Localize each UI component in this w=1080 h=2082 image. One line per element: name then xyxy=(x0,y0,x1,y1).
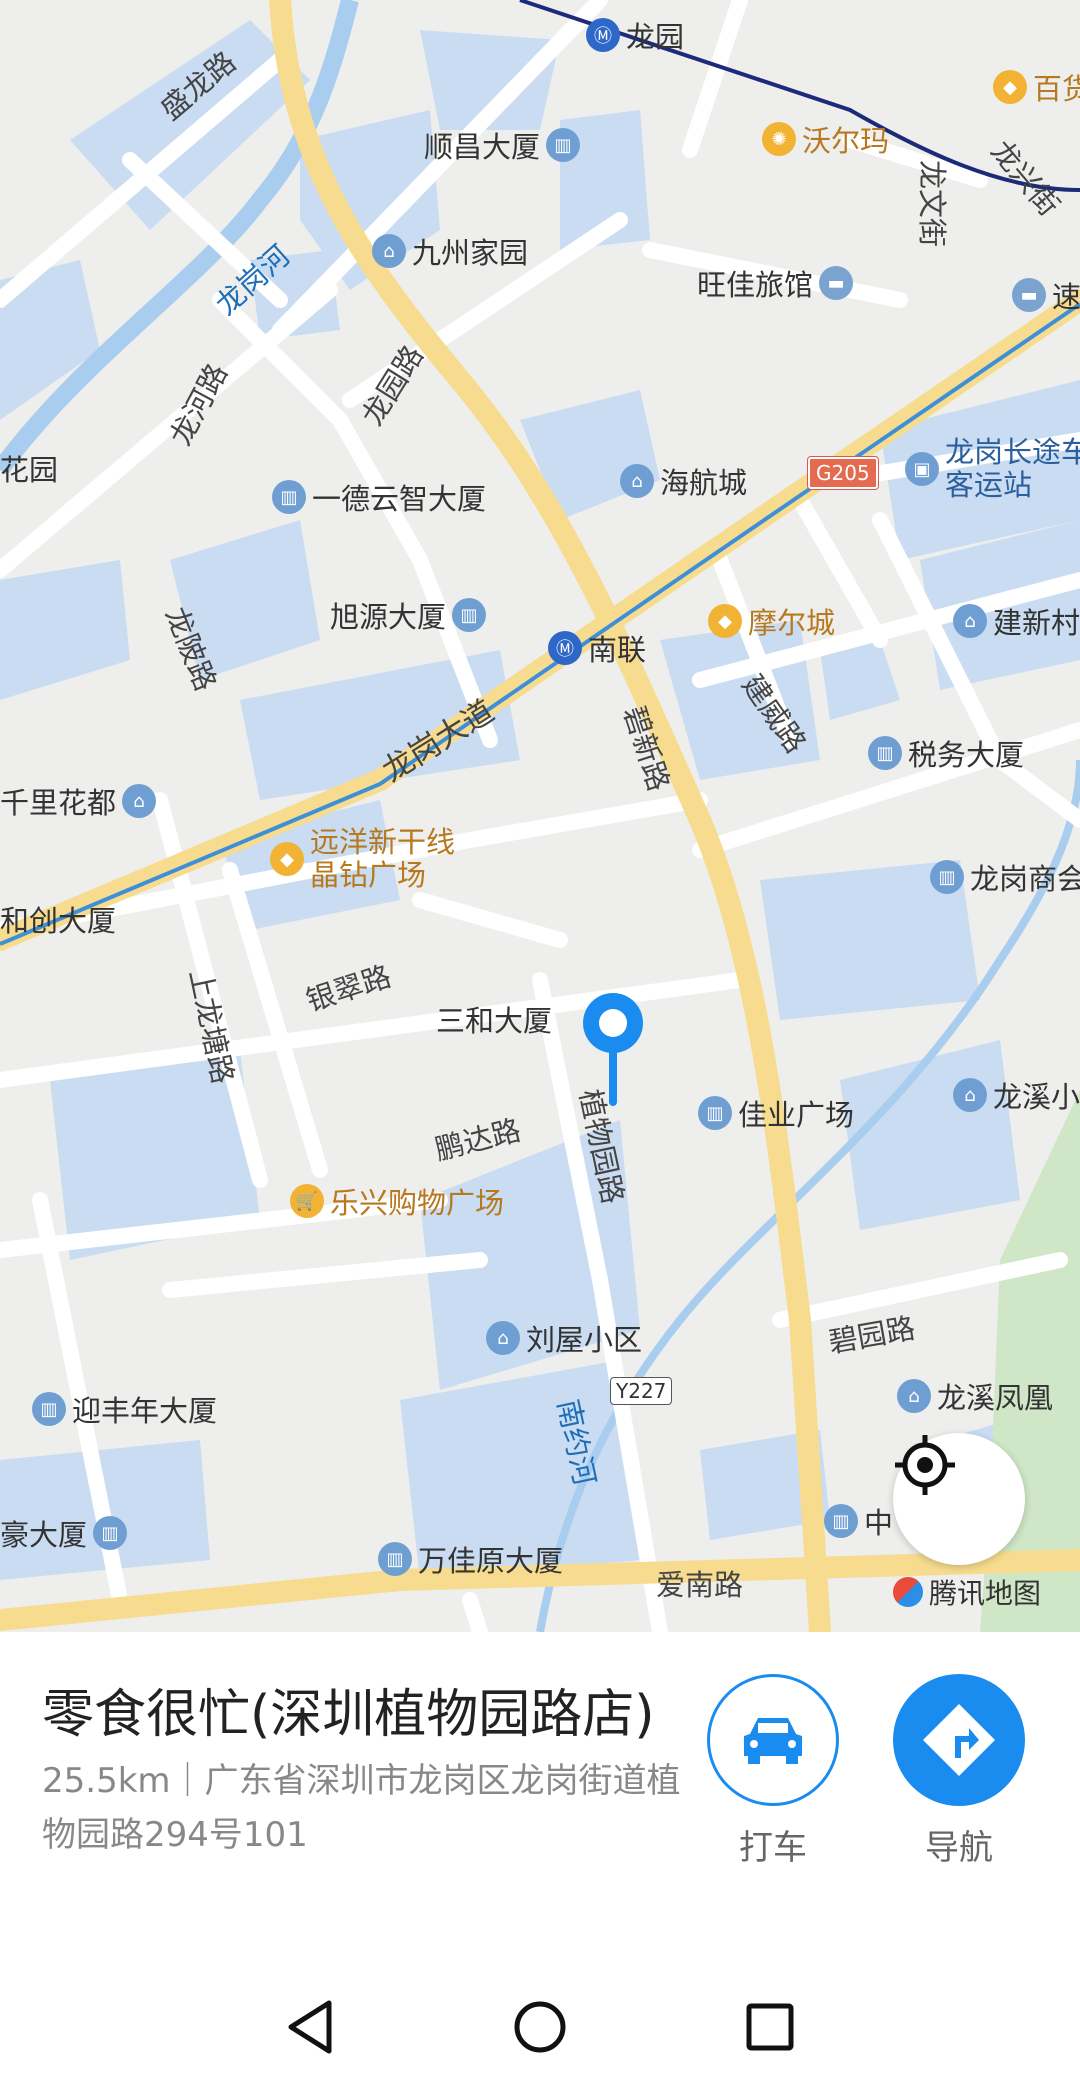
road-label-ainan-road: 爱南路 xyxy=(656,1568,744,1602)
car-icon xyxy=(744,1718,802,1764)
bus-station-icon: ▣ xyxy=(905,452,939,486)
poi-nanlian[interactable]: Ⓜ 南联 xyxy=(548,627,646,669)
poi-baihuo[interactable]: ◆ 百货 xyxy=(993,66,1080,108)
place-name: 零食很忙(深圳植物园路店) xyxy=(42,1685,655,1745)
map-view[interactable]: 龙岗大道 碧新路 建威路 银翠路 鹏达路 植物园路 碧园路 爱南路 上龙塘路 龙… xyxy=(0,0,1080,1632)
poi-zhong[interactable]: ▥ 中 xyxy=(824,1500,893,1542)
house-icon: ⌂ xyxy=(486,1321,520,1355)
crosshair-icon xyxy=(895,1435,955,1495)
home-button[interactable] xyxy=(505,1992,575,2062)
building-icon: ▥ xyxy=(93,1516,128,1550)
poi-lexing[interactable]: 🛒 乐兴购物广场 xyxy=(290,1180,504,1222)
house-icon: ⌂ xyxy=(122,784,157,818)
metro-icon: Ⓜ xyxy=(586,18,620,52)
building-icon: ▥ xyxy=(378,1542,412,1576)
map-brand: 腾讯地图 xyxy=(893,1572,1041,1612)
recents-button[interactable] xyxy=(735,1992,805,2062)
home-circle-icon xyxy=(514,2001,566,2053)
hotel-icon: ▬ xyxy=(819,266,854,300)
navigate-button[interactable]: 导航 xyxy=(893,1674,1025,1869)
back-button[interactable] xyxy=(275,1992,345,2062)
navigate-circle[interactable] xyxy=(893,1674,1025,1806)
poi-longxi[interactable]: ⌂ 龙溪小 xyxy=(953,1074,1080,1116)
poi-jiaye[interactable]: ▥ 佳业广场 xyxy=(698,1092,854,1134)
building-icon: ▥ xyxy=(272,480,306,514)
shopping-cart-icon: 🛒 xyxy=(290,1184,324,1218)
poi-wangjia[interactable]: 旺佳旅馆 ▬ xyxy=(697,262,854,304)
poi-shunchang[interactable]: 顺昌大厦 ▥ xyxy=(424,124,581,166)
county-road-badge: Y227 xyxy=(610,1377,673,1405)
recents-square-icon xyxy=(746,2003,794,2051)
metro-icon: Ⓜ xyxy=(548,631,582,665)
navigation-turn-icon xyxy=(923,1704,995,1776)
building-icon: ▥ xyxy=(32,1392,66,1426)
poi-yingfengnian[interactable]: ▥ 迎丰年大厦 xyxy=(32,1388,217,1430)
house-icon: ⌂ xyxy=(372,234,406,268)
tencent-map-logo-icon xyxy=(893,1577,923,1607)
road-label-longwen-street: 龙文街 xyxy=(915,160,949,248)
poi-jianxin[interactable]: ⌂ 建新村 xyxy=(953,600,1080,642)
poi-wanjiayuan[interactable]: ▥ 万佳原大厦 xyxy=(378,1538,563,1580)
hotel-icon: ▬ xyxy=(1012,278,1046,312)
poi-liuwu[interactable]: ⌂ 刘屋小区 xyxy=(486,1317,642,1359)
walmart-icon: ✺ xyxy=(762,122,796,156)
building-icon: ▥ xyxy=(452,598,487,632)
house-icon: ⌂ xyxy=(953,604,987,638)
building-icon: ▥ xyxy=(824,1504,858,1538)
house-icon: ⌂ xyxy=(897,1379,931,1413)
poi-sanhe[interactable]: 三和大厦 xyxy=(436,998,552,1040)
house-icon: ⌂ xyxy=(620,464,654,498)
my-location-button[interactable] xyxy=(893,1433,1025,1565)
poi-su[interactable]: ▬ 速 xyxy=(1012,274,1080,316)
poi-longxi-fenghuang[interactable]: ⌂ 龙溪凤凰 xyxy=(897,1375,1053,1417)
poi-longgang-station[interactable]: ▣ 龙岗长途车客运站 xyxy=(905,436,1080,502)
taxi-button[interactable]: 打车 xyxy=(707,1674,839,1869)
poi-longyuan[interactable]: Ⓜ 龙园 xyxy=(586,14,684,56)
building-icon: ▥ xyxy=(868,736,902,770)
poi-yide[interactable]: ▥ 一德云智大厦 xyxy=(272,476,486,518)
poi-huayuan[interactable]: 花园 xyxy=(0,447,58,489)
poi-left-bottom[interactable]: 豪大厦 ▥ xyxy=(0,1512,128,1554)
back-triangle-icon xyxy=(288,2000,332,2054)
poi-longgang-shang[interactable]: ▥ 龙岗商会 xyxy=(930,856,1080,898)
poi-haihang[interactable]: ⌂ 海航城 xyxy=(620,460,747,502)
place-info-panel: 零食很忙(深圳植物园路店) 25.5km｜广东省深圳市龙岗区龙岗街道植物园路29… xyxy=(0,1632,1080,1992)
place-address: 25.5km｜广东省深圳市龙岗区龙岗街道植物园路294号101 xyxy=(42,1761,681,1855)
poi-qianli[interactable]: 千里花都 ⌂ xyxy=(0,780,157,822)
house-icon: ⌂ xyxy=(953,1078,987,1112)
system-navigation-bar xyxy=(0,1992,1080,2082)
navigate-label: 导航 xyxy=(925,1828,993,1868)
building-icon: ▥ xyxy=(930,860,964,894)
poi-moer[interactable]: ◆ 摩尔城 xyxy=(708,600,835,642)
taxi-label: 打车 xyxy=(739,1828,807,1868)
shop-icon: ◆ xyxy=(270,842,304,876)
poi-xuyuan[interactable]: 旭源大厦 ▥ xyxy=(330,594,487,636)
building-icon: ▥ xyxy=(546,128,581,162)
highway-badge: G205 xyxy=(807,456,879,490)
poi-yuanyang[interactable]: ◆ 远洋新干线晶钻广场 xyxy=(270,826,480,892)
poi-hechuang[interactable]: 和创大厦 xyxy=(0,898,116,940)
poi-shuiwu[interactable]: ▥ 税务大厦 xyxy=(868,732,1024,774)
poi-walmart[interactable]: ✺ 沃尔玛 xyxy=(762,118,889,160)
building-icon: ▥ xyxy=(698,1096,732,1130)
shop-icon: ◆ xyxy=(708,604,742,638)
taxi-circle[interactable] xyxy=(707,1674,839,1806)
poi-jiuzhou[interactable]: ⌂ 九州家园 xyxy=(372,230,528,272)
shop-icon: ◆ xyxy=(993,70,1027,104)
